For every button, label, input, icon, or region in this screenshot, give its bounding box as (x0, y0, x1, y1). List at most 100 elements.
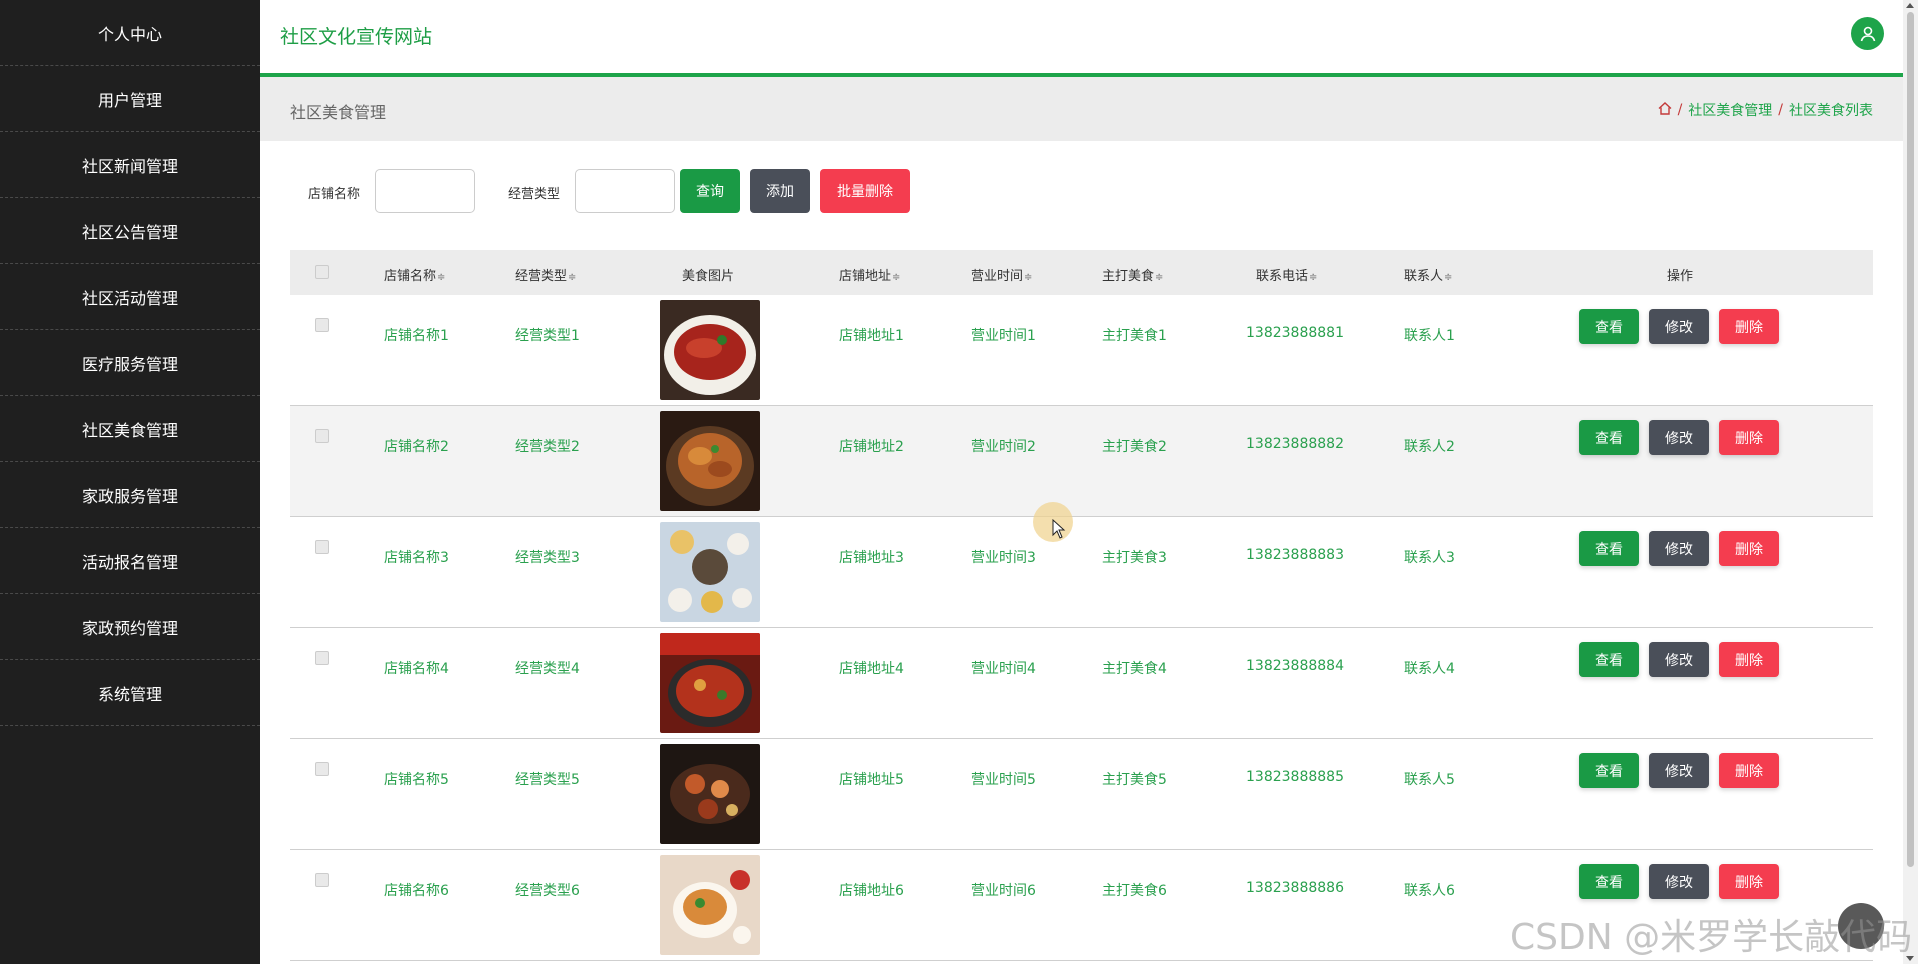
view-button[interactable]: 查看 (1579, 753, 1639, 788)
sort-icon[interactable]: ≑ (1155, 272, 1163, 283)
sidebar-item-announcements[interactable]: 社区公告管理 (0, 198, 260, 264)
user-icon[interactable] (1851, 17, 1884, 50)
delete-button[interactable]: 删除 (1719, 864, 1779, 899)
col-address[interactable]: 店铺地址≑ (839, 265, 900, 284)
edit-button[interactable]: 修改 (1649, 864, 1709, 899)
edit-button[interactable]: 修改 (1649, 531, 1709, 566)
cell-hours: 营业时间6 (971, 883, 1036, 899)
cell-hours: 营业时间4 (971, 661, 1036, 677)
delete-button[interactable]: 删除 (1719, 753, 1779, 788)
cell-business-type: 经营类型3 (515, 550, 580, 566)
business-type-input[interactable] (575, 169, 675, 213)
cell-shop-name: 店铺名称1 (384, 328, 449, 344)
sort-icon[interactable]: ≑ (892, 272, 900, 283)
table-row: 店铺名称3 经营类型3 店铺地址3 营业时间3 主打美食3 1382388888… (290, 517, 1873, 628)
table-row: 店铺名称2 经营类型2 店铺地址2 营业时间2 主打美食2 1382388888… (290, 406, 1873, 517)
view-button[interactable]: 查看 (1579, 642, 1639, 677)
sidebar: 个人中心 用户管理 社区新闻管理 社区公告管理 社区活动管理 医疗服务管理 社区… (0, 0, 260, 964)
cell-address: 店铺地址5 (839, 772, 904, 788)
cell-business-type: 经营类型4 (515, 661, 580, 677)
select-all-checkbox[interactable] (315, 265, 329, 279)
sidebar-item-housekeeping[interactable]: 家政服务管理 (0, 462, 260, 528)
view-button[interactable]: 查看 (1579, 864, 1639, 899)
sidebar-item-news[interactable]: 社区新闻管理 (0, 132, 260, 198)
batch-delete-button[interactable]: 批量删除 (820, 169, 910, 213)
delete-button[interactable]: 删除 (1719, 642, 1779, 677)
cell-phone: 13823888886 (1246, 880, 1344, 896)
scroll-thumb[interactable] (1907, 12, 1914, 867)
site-title: 社区文化宣传网站 (280, 26, 433, 48)
cell-contact: 联系人6 (1404, 883, 1455, 899)
cell-shop-name: 店铺名称3 (384, 550, 449, 566)
food-image (660, 522, 760, 622)
edit-button[interactable]: 修改 (1649, 309, 1709, 344)
cell-address: 店铺地址4 (839, 661, 904, 677)
sort-icon[interactable]: ≑ (1444, 272, 1452, 283)
sidebar-item-label: 个人中心 (97, 24, 162, 44)
cell-phone: 13823888881 (1246, 325, 1344, 341)
add-button[interactable]: 添加 (750, 169, 810, 213)
shop-name-input[interactable] (375, 169, 475, 213)
cell-shop-name: 店铺名称4 (384, 661, 449, 677)
row-checkbox[interactable] (315, 540, 329, 554)
edit-button[interactable]: 修改 (1649, 420, 1709, 455)
scroll-up-icon[interactable] (1906, 3, 1914, 8)
watermark: CSDN @米罗学长敲代码 (1510, 917, 1913, 958)
delete-button[interactable]: 删除 (1719, 309, 1779, 344)
sort-icon[interactable]: ≑ (568, 272, 576, 283)
sidebar-item-system[interactable]: 系统管理 (0, 660, 260, 726)
sidebar-item-users[interactable]: 用户管理 (0, 66, 260, 132)
breadcrumb-food-list: 社区美食列表 (1789, 103, 1873, 119)
row-checkbox[interactable] (315, 318, 329, 332)
sidebar-item-registrations[interactable]: 活动报名管理 (0, 528, 260, 594)
edit-button[interactable]: 修改 (1649, 753, 1709, 788)
cell-hours: 营业时间5 (971, 772, 1036, 788)
cell-hours: 营业时间3 (971, 550, 1036, 566)
view-button[interactable]: 查看 (1579, 531, 1639, 566)
cell-phone: 13823888885 (1246, 769, 1344, 785)
row-checkbox[interactable] (315, 762, 329, 776)
row-checkbox[interactable] (315, 873, 329, 887)
breadcrumb: / 社区美食管理 / 社区美食列表 (1658, 100, 1873, 120)
view-button[interactable]: 查看 (1579, 309, 1639, 344)
sidebar-item-medical[interactable]: 医疗服务管理 (0, 330, 260, 396)
cell-signature-dish: 主打美食5 (1102, 772, 1167, 788)
sidebar-item-personal-center[interactable]: 个人中心 (0, 0, 260, 66)
row-checkbox[interactable] (315, 429, 329, 443)
cell-business-type: 经营类型2 (515, 439, 580, 455)
sidebar-item-label: 社区活动管理 (81, 288, 178, 308)
sidebar-item-food[interactable]: 社区美食管理 (0, 396, 260, 462)
cell-address: 店铺地址3 (839, 550, 904, 566)
business-type-label: 经营类型 (508, 187, 561, 202)
query-button[interactable]: 查询 (680, 169, 740, 213)
food-image (660, 633, 760, 733)
col-shop-name[interactable]: 店铺名称≑ (384, 265, 445, 284)
edit-button[interactable]: 修改 (1649, 642, 1709, 677)
row-checkbox[interactable] (315, 651, 329, 665)
table-row: 店铺名称5 经营类型5 店铺地址5 营业时间5 主打美食5 1382388888… (290, 739, 1873, 850)
sort-icon[interactable]: ≑ (437, 272, 445, 283)
page-scrollbar[interactable] (1903, 0, 1918, 964)
cell-shop-name: 店铺名称2 (384, 439, 449, 455)
delete-button[interactable]: 删除 (1719, 531, 1779, 566)
page-title: 社区美食管理 (290, 103, 387, 122)
home-icon[interactable] (1658, 101, 1672, 119)
cell-business-type: 经营类型1 (515, 328, 580, 344)
sort-icon[interactable]: ≑ (1024, 272, 1032, 283)
sidebar-item-label: 社区美食管理 (81, 420, 178, 440)
mouse-cursor-icon (1052, 519, 1066, 539)
sidebar-item-appointments[interactable]: 家政预约管理 (0, 594, 260, 660)
col-business-type[interactable]: 经营类型≑ (515, 265, 576, 284)
cell-contact: 联系人5 (1404, 772, 1455, 788)
view-button[interactable]: 查看 (1579, 420, 1639, 455)
delete-button[interactable]: 删除 (1719, 420, 1779, 455)
breadcrumb-food-management[interactable]: 社区美食管理 (1688, 100, 1772, 120)
col-signature-dish[interactable]: 主打美食≑ (1102, 265, 1163, 284)
col-contact[interactable]: 联系人≑ (1404, 265, 1452, 284)
sort-icon[interactable]: ≑ (1309, 272, 1317, 283)
col-hours[interactable]: 营业时间≑ (971, 265, 1032, 284)
cell-signature-dish: 主打美食4 (1102, 661, 1167, 677)
col-phone[interactable]: 联系电话≑ (1256, 265, 1317, 284)
top-header: 社区文化宣传网站 (260, 0, 1903, 77)
sidebar-item-activities[interactable]: 社区活动管理 (0, 264, 260, 330)
